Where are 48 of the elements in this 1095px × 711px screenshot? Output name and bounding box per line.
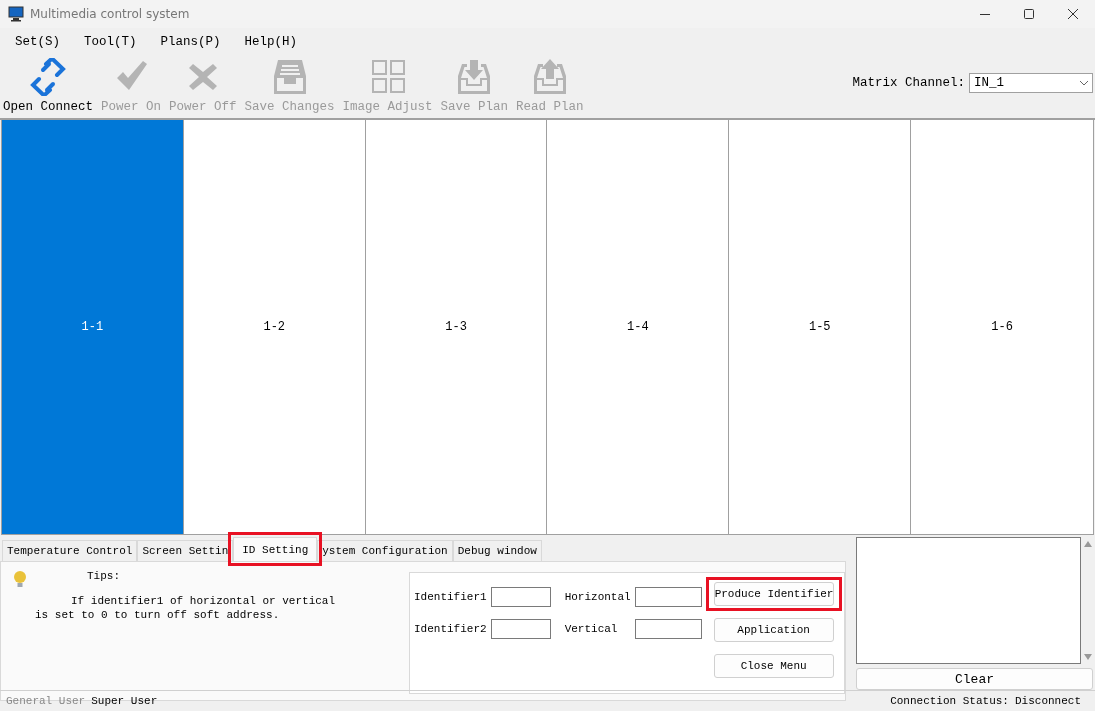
chevron-down-icon (1080, 80, 1088, 86)
user-role-label: General User (6, 695, 86, 707)
toolbar-button[interactable]: Open Connect (0, 56, 96, 114)
tray-up-arrow-icon (531, 58, 568, 96)
input-field[interactable] (634, 619, 702, 639)
field-label: Vertical (564, 623, 619, 635)
screen-cell[interactable]: 1-3 (365, 120, 548, 534)
menu-item[interactable]: Set(S) (8, 35, 67, 49)
inbox-tray-icon (271, 58, 308, 96)
field-label: Identifier1 (414, 591, 487, 603)
connection-status-label: Connection Status: (890, 695, 1009, 707)
clear-button[interactable]: Clear (856, 668, 1093, 690)
screen-cell[interactable]: 1-5 (729, 120, 912, 534)
menu-item[interactable]: Tool(T) (77, 35, 144, 49)
menu-item[interactable]: Help(H) (237, 35, 305, 49)
field-label: Identifier2 (414, 623, 487, 635)
maximize-icon (1024, 9, 1034, 19)
field-label: Horizontal (564, 591, 631, 603)
window-title: Multimedia control system (30, 7, 190, 21)
lightbulb-icon (13, 570, 27, 588)
tab[interactable]: ystem Configuration (317, 540, 453, 561)
screen-cell[interactable]: 1-6 (911, 120, 1093, 534)
matrix-channel-label: Matrix Channel: (852, 76, 965, 90)
action-button[interactable]: Produce Identifier (713, 582, 834, 606)
input-field[interactable] (634, 587, 702, 607)
close-icon (1068, 9, 1078, 19)
monitor-icon (8, 6, 24, 22)
input-field[interactable] (490, 619, 551, 639)
tips-text: If identifier1 of horizontal or vertical is set to 0 to turn off soft address. (35, 594, 337, 622)
user-name: Super User (91, 695, 158, 707)
chain-link-icon (30, 58, 66, 96)
scroll-up-icon (1084, 541, 1092, 547)
action-button[interactable]: Application (713, 618, 834, 642)
tab[interactable]: Screen Settin (137, 540, 234, 561)
action-button[interactable]: Close Menu (713, 654, 834, 678)
four-squares-icon (369, 58, 406, 96)
scroll-down-icon (1084, 654, 1092, 660)
connection-status: Disconnect (1015, 695, 1081, 707)
tips-title: Tips: (87, 570, 121, 582)
tab[interactable]: Debug window (452, 540, 542, 561)
tab[interactable]: Temperature Control (2, 540, 138, 561)
menu-item[interactable]: Plans(P) (153, 35, 228, 49)
screen-cell[interactable]: 1-4 (547, 120, 730, 534)
input-field[interactable] (490, 587, 551, 607)
tray-down-arrow-icon (456, 58, 493, 96)
screen-cell[interactable]: 1-1 (2, 120, 184, 534)
log-text-area[interactable] (856, 537, 1081, 664)
matrix-channel-dropdown[interactable]: IN_1 (969, 73, 1093, 93)
